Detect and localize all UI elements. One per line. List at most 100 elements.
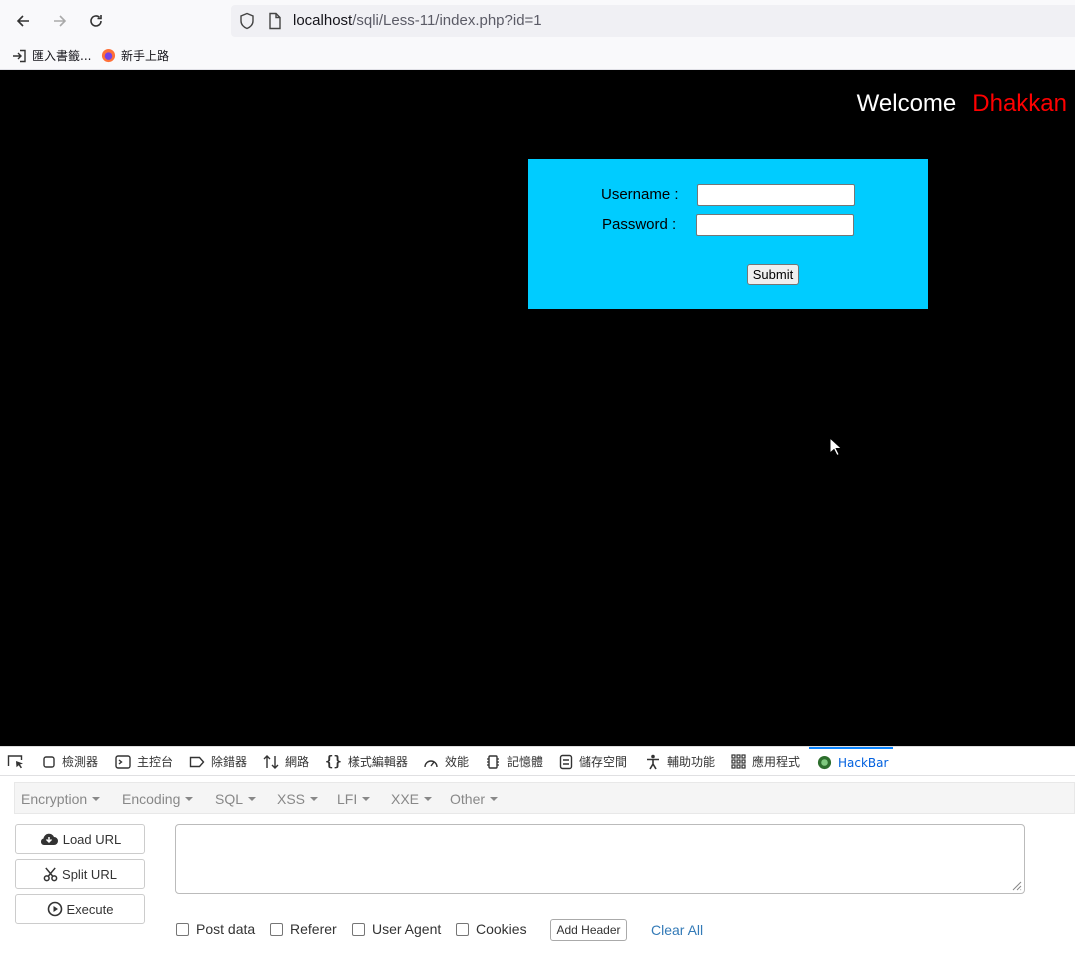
tab-debugger-label: 除錯器 [211, 755, 248, 769]
welcome-text: Welcome [856, 90, 957, 117]
element-picker-button[interactable] [7, 747, 31, 776]
console-icon [115, 754, 131, 769]
tab-network-label: 網路 [285, 755, 310, 769]
login-form: Username : Password : Submit [528, 159, 928, 309]
menu-encoding[interactable]: Encoding [122, 791, 194, 807]
url-bar[interactable]: localhost/sqli/Less-11/index.php?id=1 [231, 5, 1075, 37]
load-url-button[interactable]: Load URL [15, 824, 145, 854]
execute-button[interactable]: Execute [15, 894, 145, 924]
devtools-tabs: 檢測器 主控台 除錯器 網路 {} 樣式編輯器 效能 記憶體 儲存空間 輔助功能… [0, 747, 1075, 776]
page-content: Welcome Dhakkan Username : Password : Sub… [0, 70, 1075, 746]
tab-style-editor[interactable]: {} 樣式編輯器 [325, 747, 408, 776]
bookmark-getting-started-label: 新手上路 [121, 49, 170, 63]
user-agent-checkbox[interactable]: User Agent [352, 921, 441, 937]
referer-checkbox[interactable]: Referer [270, 921, 337, 937]
tab-application-label: 應用程式 [752, 755, 801, 769]
url-path: /sqli/Less-11/index.php?id=1 [352, 12, 542, 29]
menu-xxe[interactable]: XXE [391, 791, 433, 807]
user-name: Dhakkan [972, 90, 1067, 117]
browser-toolbar: localhost/sqli/Less-11/index.php?id=1 [0, 0, 1075, 42]
referer-label: Referer [290, 921, 337, 937]
checkbox-box[interactable] [352, 922, 365, 936]
submit-button[interactable]: Submit [747, 264, 799, 285]
page-icon [269, 12, 281, 30]
add-header-button[interactable]: Add Header [550, 919, 627, 941]
post-data-label: Post data [196, 921, 256, 937]
braces-icon: {} [325, 753, 342, 770]
hackbar-menu: Encryption Encoding SQL XSS LFI XXE Othe… [14, 782, 1075, 814]
forward-button[interactable] [47, 8, 73, 34]
accessibility-icon [647, 754, 659, 769]
menu-sql[interactable]: SQL [215, 791, 257, 807]
menu-xss[interactable]: XSS [277, 791, 319, 807]
url-text[interactable]: localhost/sqli/Less-11/index.php?id=1 [293, 12, 542, 29]
inspector-icon [43, 755, 55, 768]
tab-console[interactable]: 主控台 [115, 747, 173, 776]
grid-icon [731, 754, 746, 769]
hackbar-url-textarea[interactable] [175, 824, 1025, 894]
welcome-banner: Welcome Dhakkan [857, 90, 1067, 118]
mouse-cursor-icon [829, 437, 843, 457]
tab-inspector-label: 檢測器 [62, 755, 99, 769]
tab-inspector[interactable]: 檢測器 [42, 747, 98, 776]
arrow-right-icon [54, 15, 67, 27]
menu-lfi-label: LFI [337, 791, 358, 807]
reload-icon [90, 15, 102, 27]
tab-accessibility[interactable]: 輔助功能 [645, 747, 715, 776]
tab-memory[interactable]: 記憶體 [485, 747, 543, 776]
checkbox-box[interactable] [456, 922, 469, 936]
tab-accessibility-label: 輔助功能 [667, 755, 716, 769]
hackbar-icon [817, 755, 832, 770]
split-url-button[interactable]: Split URL [15, 859, 145, 889]
post-data-checkbox[interactable]: Post data [176, 921, 255, 937]
tab-hackbar[interactable]: HackBar [809, 747, 893, 776]
play-circle-icon [47, 901, 62, 917]
password-input[interactable] [696, 214, 854, 236]
tab-performance-label: 效能 [445, 755, 470, 769]
reload-button[interactable] [83, 8, 109, 34]
cloud-download-icon [40, 833, 58, 845]
tab-debugger[interactable]: 除錯器 [189, 747, 247, 776]
shield-icon[interactable] [239, 12, 255, 30]
menu-encryption[interactable]: Encryption [21, 791, 101, 807]
bookmark-import-label: 匯入書籤... [32, 49, 92, 63]
caret-down-icon [490, 797, 499, 801]
tab-style-editor-label: 樣式編輯器 [347, 755, 408, 769]
devtools-panel: 檢測器 主控台 除錯器 網路 {} 樣式編輯器 效能 記憶體 儲存空間 輔助功能… [0, 746, 1075, 964]
import-icon [13, 49, 26, 62]
cookies-label: Cookies [476, 921, 527, 937]
caret-down-icon [185, 797, 194, 801]
arrow-left-icon [16, 15, 29, 27]
tab-memory-label: 記憶體 [507, 755, 544, 769]
menu-other[interactable]: Other [450, 791, 499, 807]
user-agent-label: User Agent [372, 921, 442, 937]
bookmark-getting-started[interactable]: 新手上路 [101, 47, 169, 64]
menu-encoding-label: Encoding [122, 791, 181, 807]
menu-xxe-label: XXE [391, 791, 420, 807]
username-label: Username : [601, 186, 679, 203]
resize-grip-icon[interactable] [1010, 879, 1022, 891]
checkbox-box[interactable] [176, 922, 189, 936]
tab-storage[interactable]: 儲存空間 [559, 747, 627, 776]
load-url-label: Load URL [62, 831, 122, 847]
tab-network[interactable]: 網路 [263, 747, 309, 776]
storage-icon [559, 754, 573, 769]
caret-down-icon [310, 797, 319, 801]
scissors-icon [43, 866, 58, 881]
checkbox-box[interactable] [270, 922, 283, 936]
cookies-checkbox[interactable]: Cookies [456, 921, 527, 937]
username-input[interactable] [697, 184, 855, 206]
clear-all-link[interactable]: Clear All [651, 922, 703, 938]
tab-performance[interactable]: 效能 [423, 747, 469, 776]
password-label: Password : [602, 216, 677, 233]
menu-sql-label: SQL [215, 791, 244, 807]
bookmark-import[interactable]: 匯入書籤... [12, 47, 91, 64]
debugger-icon [189, 756, 205, 767]
caret-down-icon [362, 797, 371, 801]
menu-lfi[interactable]: LFI [337, 791, 371, 807]
caret-down-icon [424, 797, 433, 801]
back-button[interactable] [10, 8, 36, 34]
tab-application[interactable]: 應用程式 [731, 747, 800, 776]
tab-hackbar-label: HackBar [838, 755, 889, 770]
tab-console-label: 主控台 [137, 755, 174, 769]
